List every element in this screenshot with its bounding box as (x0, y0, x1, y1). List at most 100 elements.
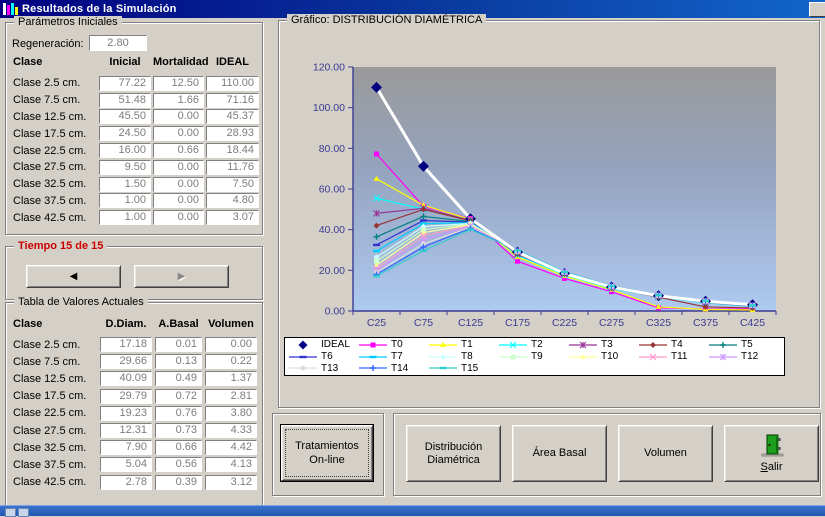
cell-ddiam: 7.90 (100, 440, 152, 456)
legend-label: T15 (461, 362, 479, 374)
table-row: Clase 42.5 cm. 2.78 0.39 3.12 (8, 474, 260, 491)
cell-ideal: 4.80 (206, 193, 259, 209)
cell-abasal: 0.39 (155, 474, 202, 490)
volumen-button[interactable]: Volumen (618, 425, 713, 482)
app-bar-chart-icon (3, 3, 18, 15)
cell-ddiam: 40.09 (100, 371, 152, 387)
cell-ddiam: 17.18 (100, 337, 152, 353)
row-label: Clase 22.5 cm. (13, 407, 87, 420)
legend-marker-IDEAL (289, 340, 317, 350)
row-label: Clase 12.5 cm. (13, 110, 87, 123)
legend-item-T3: T3 (568, 339, 638, 350)
cell-abasal: 0.76 (155, 405, 202, 421)
row-label: Clase 22.5 cm. (13, 144, 87, 157)
row-label: Clase 17.5 cm. (13, 127, 87, 140)
distribucion-diametrica-button[interactable]: Distribución Diamétrica (406, 425, 501, 482)
legend-item-T1: T1 (428, 339, 498, 350)
salir-button[interactable]: Salir (724, 425, 819, 482)
legend-item-T13: T13 (288, 363, 358, 374)
cell-abasal: 0.56 (155, 457, 202, 473)
cell-volumen: 4.33 (205, 423, 257, 439)
svg-text:C275: C275 (599, 317, 624, 329)
table-row: Clase 2.5 cm. 17.18 0.01 0.00 (8, 336, 260, 353)
row-label: Clase 42.5 cm. (13, 211, 87, 224)
svg-text:0.00: 0.00 (325, 306, 346, 318)
legend-item-T8: T8 (428, 351, 498, 362)
cell-ideal: 110.00 (206, 75, 259, 91)
legend-item-T0: T0 (358, 339, 428, 350)
x-axis: C25 C75 C125 C175 C225 C275 C325 C375 C425 (352, 311, 777, 329)
table-row: Clase 22.5 cm. 19.23 0.76 3.80 (8, 405, 260, 422)
row-label: Clase 2.5 cm. (13, 77, 81, 90)
cell-volumen: 0.22 (205, 354, 257, 370)
cell-ddiam: 19.23 (100, 405, 152, 421)
cell-ideal: 11.76 (206, 159, 259, 175)
table-row: Clase 7.5 cm. 29.66 0.13 0.22 (8, 353, 260, 370)
arrow-left-icon: ◀ (69, 271, 78, 282)
titlebar-partial-button[interactable] (809, 2, 825, 17)
header-ddiam: D.Diam. (105, 318, 147, 330)
grafico-title: Gráfico: DISTRIBUCIÓN DIAMÉTRICA (287, 14, 487, 26)
legend-row: T6 T7 T8 T9 T10 T11 T12 (288, 351, 781, 363)
cell-mortalidad: 0.00 (153, 159, 204, 175)
cell-ddiam: 29.66 (100, 354, 152, 370)
cell-inicial: 51.48 (99, 92, 151, 108)
legend-item-T5: T5 (708, 339, 778, 350)
legend-marker-T15 (429, 366, 457, 370)
row-label: Clase 7.5 cm. (13, 355, 81, 368)
cell-ideal: 28.93 (206, 126, 259, 142)
header-inicial: Inicial (109, 56, 141, 68)
header-mortalidad: Mortalidad (153, 56, 209, 68)
legend-marker-T8 (429, 353, 457, 360)
cell-abasal: 0.49 (155, 371, 202, 387)
area-basal-button[interactable]: Área Basal (512, 425, 607, 482)
header-clase: Clase (13, 318, 43, 330)
legend-item-T2: T2 (498, 339, 568, 350)
row-label: Clase 37.5 cm. (13, 194, 87, 207)
legend-label: IDEAL (321, 339, 350, 351)
cell-mortalidad: 0.00 (153, 126, 204, 142)
legend-label: T5 (741, 339, 753, 351)
cell-ideal: 18.44 (206, 143, 259, 159)
table-row: Clase 37.5 cm. 1.00 0.00 4.80 (8, 193, 260, 210)
legend-marker-T4 (639, 341, 667, 348)
table-row: Clase 37.5 cm. 5.04 0.56 4.13 (8, 456, 260, 473)
cell-mortalidad: 1.66 (153, 92, 204, 108)
cell-ddiam: 2.78 (100, 474, 152, 490)
legend-marker-T9 (499, 354, 527, 359)
tratamientos-online-button[interactable]: Tratamientos On-line (280, 424, 374, 482)
row-label: Clase 37.5 cm. (13, 458, 87, 471)
header-ideal: IDEAL (216, 56, 249, 68)
svg-text:C325: C325 (646, 317, 671, 329)
previous-time-button[interactable]: ◀ (26, 265, 121, 288)
next-time-button[interactable]: ▶ (134, 265, 229, 288)
legend-marker-T14 (359, 365, 387, 372)
cell-inicial: 9.50 (99, 159, 151, 175)
legend-item-T6: T6 (288, 351, 358, 362)
svg-text:C25: C25 (367, 317, 386, 329)
table-row: Clase 2.5 cm. 77.22 12.50 110.00 (8, 75, 260, 92)
cell-ddiam: 29.79 (100, 388, 152, 404)
legend-marker-T5 (709, 341, 737, 348)
cell-inicial: 1.00 (99, 193, 151, 209)
legend-row: T13 T14 T15 (288, 362, 781, 374)
cell-ddiam: 12.31 (100, 423, 152, 439)
cell-volumen: 1.37 (205, 371, 257, 387)
table-row: Clase 32.5 cm. 7.90 0.66 4.42 (8, 439, 260, 456)
valores-header-row: Clase D.Diam. A.Basal Volumen (8, 318, 260, 330)
table-row: Clase 12.5 cm. 45.50 0.00 45.37 (8, 109, 260, 126)
header-abasal: A.Basal (158, 318, 199, 330)
legend-marker-T6 (289, 355, 317, 358)
row-label: Clase 42.5 cm. (13, 476, 87, 489)
row-label: Clase 27.5 cm. (13, 424, 87, 437)
regeneracion-field[interactable]: 2.80 (89, 35, 147, 51)
legend-label: T8 (461, 351, 473, 362)
legend-marker-T11 (639, 353, 667, 360)
window-title: Resultados de la Simulación (22, 3, 177, 15)
legend-label: T13 (321, 362, 339, 374)
legend-item-T7: T7 (358, 351, 428, 362)
grafico-group: Gráfico: DISTRIBUCIÓN DIAMÉTRICA 0.00 20.… (278, 14, 820, 408)
background-window-titlebar[interactable] (0, 505, 825, 517)
svg-text:40.00: 40.00 (319, 224, 345, 236)
header-volumen: Volumen (208, 318, 254, 330)
